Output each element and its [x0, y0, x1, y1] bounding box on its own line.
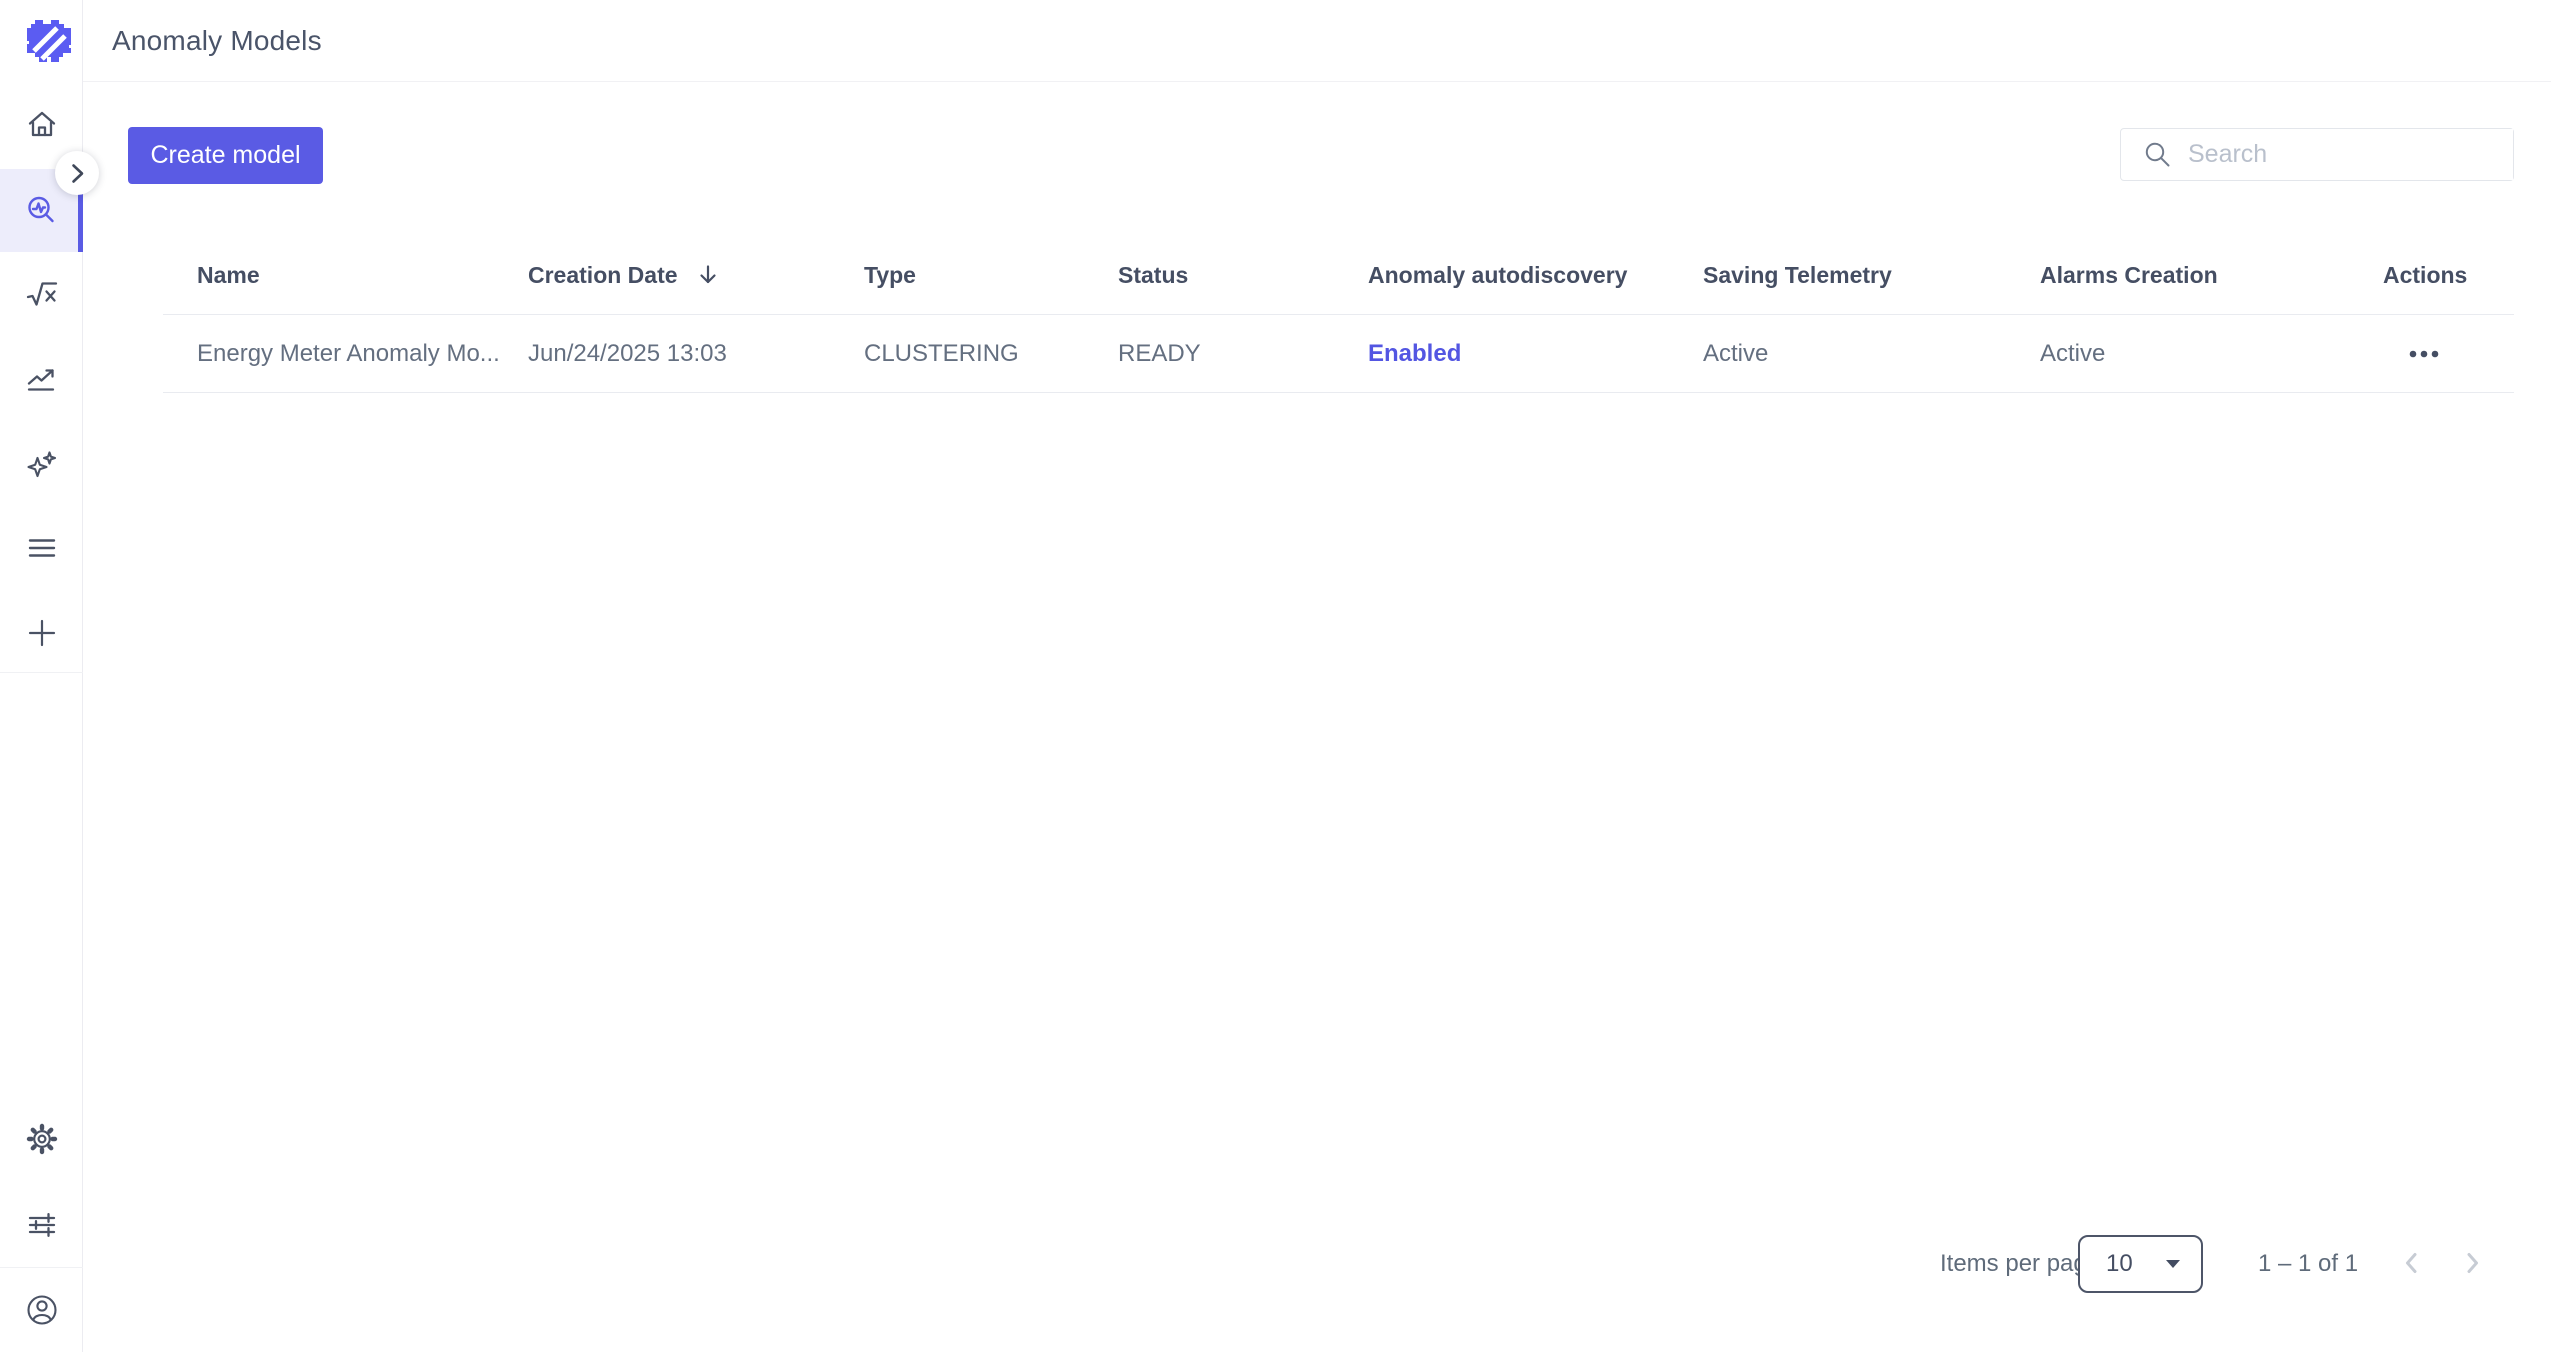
column-header-creation-date[interactable]: Creation Date — [528, 262, 864, 289]
column-header-actions: Actions — [2383, 262, 2514, 289]
cell-saving-telemetry: Active — [1703, 340, 2040, 368]
app-window: Anomaly Models Create model Name Creatio… — [0, 0, 2551, 1352]
anomaly-models-table: Name Creation Date Type Status Anomaly a… — [163, 236, 2514, 393]
create-model-button[interactable]: Create model — [128, 127, 323, 184]
table-row[interactable]: Energy Meter Anomaly Mo... Jun/24/2025 1… — [163, 315, 2514, 393]
page-size-value: 10 — [2106, 1250, 2133, 1278]
column-header-type: Type — [864, 262, 1118, 289]
app-logo — [27, 20, 71, 66]
sparkles-icon — [25, 447, 59, 481]
sort-descending-icon — [696, 263, 720, 287]
sidebar-divider — [0, 672, 83, 673]
row-actions-menu-button[interactable] — [2408, 334, 2440, 374]
sidebar-item-ai[interactable] — [18, 440, 66, 488]
chevron-left-icon — [2395, 1246, 2429, 1280]
sliders-icon — [25, 1208, 59, 1242]
plus-icon — [25, 616, 59, 650]
menu-icon — [25, 531, 59, 565]
ellipsis-icon — [2408, 349, 2440, 359]
dropdown-caret-icon — [2165, 1259, 2181, 1269]
sidebar-divider — [0, 1267, 83, 1268]
top-bar: Anomaly Models — [83, 0, 2551, 82]
sqrt-function-icon — [25, 277, 59, 311]
main-content: Create model Name Creation Date Type — [83, 82, 2551, 1352]
page-size-select[interactable]: 10 — [2078, 1235, 2203, 1293]
sidebar-item-add[interactable] — [18, 609, 66, 657]
sidebar — [0, 0, 83, 1352]
search-input[interactable] — [2188, 129, 2513, 180]
page-title: Anomaly Models — [112, 25, 322, 57]
chevron-right-icon — [2455, 1246, 2489, 1280]
page-range-label: 1 – 1 of 1 — [2258, 1250, 2358, 1278]
cell-name: Energy Meter Anomaly Mo... — [197, 340, 528, 368]
column-header-status: Status — [1118, 262, 1368, 289]
search-icon — [2143, 140, 2172, 169]
previous-page-button[interactable] — [2388, 1239, 2436, 1287]
anomaly-search-icon — [25, 194, 59, 228]
sidebar-item-functions[interactable] — [18, 270, 66, 318]
trending-up-icon — [25, 362, 59, 396]
column-header-alarms-creation: Alarms Creation — [2040, 262, 2383, 289]
gear-icon — [25, 1122, 59, 1156]
profile-icon — [25, 1293, 59, 1327]
sidebar-item-profile[interactable] — [18, 1286, 66, 1334]
column-header-name: Name — [197, 262, 528, 289]
column-header-saving-telemetry: Saving Telemetry — [1703, 262, 2040, 289]
logo-icon — [27, 20, 71, 66]
cell-anomaly-autodiscovery: Enabled — [1368, 340, 1703, 368]
sidebar-item-menu[interactable] — [18, 524, 66, 572]
sidebar-item-trends[interactable] — [18, 355, 66, 403]
sidebar-item-preferences[interactable] — [18, 1201, 66, 1249]
items-per-page-label: Items per page — [1940, 1250, 2100, 1278]
sidebar-expand-button[interactable] — [55, 151, 99, 195]
cell-alarms-creation: Active — [2040, 340, 2383, 368]
sidebar-item-settings[interactable] — [18, 1115, 66, 1163]
column-header-anomaly-autodiscovery: Anomaly autodiscovery — [1368, 262, 1703, 289]
search-box — [2120, 128, 2514, 181]
cell-type: CLUSTERING — [864, 340, 1118, 368]
home-icon — [25, 108, 59, 142]
cell-creation-date: Jun/24/2025 13:03 — [528, 340, 864, 368]
table-header-row: Name Creation Date Type Status Anomaly a… — [163, 236, 2514, 315]
next-page-button[interactable] — [2448, 1239, 2496, 1287]
chevron-right-icon — [60, 156, 94, 190]
cell-status: READY — [1118, 340, 1368, 368]
sidebar-item-home[interactable] — [18, 101, 66, 149]
